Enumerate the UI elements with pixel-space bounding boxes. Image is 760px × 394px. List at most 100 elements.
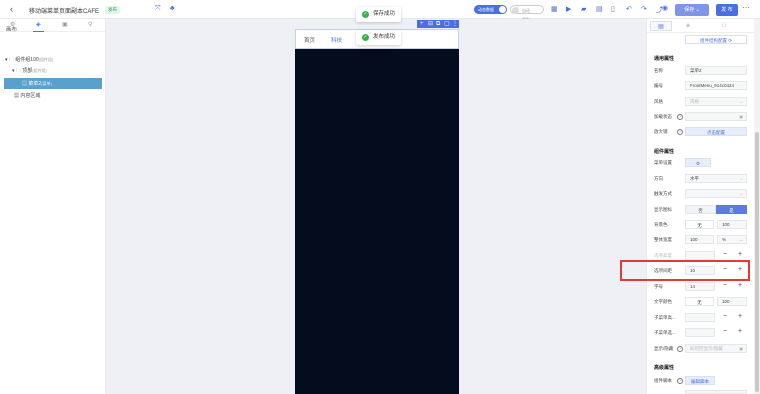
undo-icon[interactable]: ↶ (626, 5, 632, 13)
check-icon: ✓ (362, 11, 369, 18)
height-decrease-button[interactable]: − (720, 251, 730, 260)
direction-select[interactable]: 水平 ⌄ (685, 174, 747, 183)
props-icon[interactable]: ▤ (650, 21, 672, 31)
menu-settings-label: 菜单设置 (654, 160, 672, 165)
edit-script-button[interactable]: 编辑脚本 (685, 376, 715, 385)
layers-icon[interactable]: ◈ (33, 21, 44, 32)
event-icon[interactable]: ⚇ (713, 21, 735, 31)
show-hide-input[interactable]: 如何控显示/隐藏 ▣ (685, 344, 747, 353)
bg-opacity-input[interactable]: 100 (717, 220, 747, 229)
components-icon[interactable]: ▣ (62, 21, 68, 28)
menu-item-tech[interactable]: 科技 (331, 36, 342, 44)
text-color-swatch[interactable]: 无 (685, 297, 714, 306)
height-label: 选项高度 (654, 253, 672, 258)
help-icon[interactable]: ? (677, 114, 683, 120)
style-label: 风格 (654, 99, 663, 104)
show-icon-yes[interactable]: 是 (716, 205, 747, 214)
publish-button[interactable]: 发 布 (716, 4, 738, 16)
trigger-select[interactable]: ⌄ (685, 189, 747, 198)
component-structure-button[interactable]: 组件结构配置 ⟳ (685, 35, 747, 44)
scrollbar[interactable] (754, 19, 760, 394)
style-select[interactable]: 风格 ⌄ (685, 97, 747, 106)
chevron-down-icon: ⌄ (739, 99, 743, 104)
show-icon-no[interactable]: 否 (685, 205, 716, 214)
unit-value: % (722, 237, 727, 242)
save-success-toast: ✓ 保存成功 (356, 7, 401, 22)
advanced-group-title: 高级属性 (654, 365, 675, 371)
delete-icon[interactable]: ▢ (444, 20, 450, 28)
direction-label: 方向 (654, 176, 663, 181)
selected-row-bg (4, 78, 102, 89)
sub-menu-height-decrease-button[interactable]: − (720, 313, 730, 322)
copy-icon[interactable]: ⧉ (436, 20, 440, 28)
button-label: 组件结构配置 (699, 38, 727, 43)
tree-node-group[interactable]: ▾ 🗀 组件组100(组件组) (5, 56, 53, 65)
edit-icon: ▣ (739, 346, 743, 351)
bookmark-icon[interactable]: ▰ (581, 5, 586, 13)
help-icon[interactable]: ? (677, 378, 683, 384)
width-input[interactable]: 100 (685, 235, 714, 244)
collapse-icon[interactable]: ⊟ (428, 20, 433, 28)
right-tabs: ▤ ◈ ⚇ (647, 19, 754, 33)
loading-label: 加载状态 (654, 114, 672, 119)
script-field-edge (685, 390, 747, 394)
grid-icon[interactable]: ▦ (551, 5, 558, 13)
sitemap-icon[interactable]: ♣ (170, 5, 175, 12)
more-icon[interactable]: ⋮ (452, 20, 458, 28)
preview-icon[interactable]: ◉ (662, 4, 668, 12)
tree-node-label: 顶部 (22, 68, 33, 74)
trigger-label: 触发方式 (654, 191, 672, 196)
sub-menu-height-input[interactable] (685, 313, 715, 322)
more-menu-button[interactable]: ··· (742, 3, 750, 12)
fullscreen-icon[interactable]: ⤧ (155, 5, 161, 13)
check-icon: ✓ (362, 34, 369, 41)
sub-menu-height-increase-button[interactable]: + (735, 313, 745, 322)
font-size-input[interactable]: 14 (685, 282, 715, 291)
loading-field[interactable]: ▣ (685, 112, 747, 121)
text-opacity-input[interactable]: 100 (717, 297, 747, 306)
redo-icon[interactable]: ↷ (641, 5, 647, 13)
name-input[interactable]: 菜单2 (685, 66, 747, 75)
name-label: 名称 (654, 68, 663, 73)
page-title: 移动端菜单页面副本CAFE (29, 9, 100, 15)
tree-icon[interactable]: ⚲ (88, 21, 92, 28)
height-input[interactable] (685, 251, 715, 260)
help-icon[interactable]: ? (677, 129, 683, 135)
menu-item-home[interactable]: 首页 (304, 36, 315, 44)
script-label: 组件脚本 (654, 378, 672, 383)
toggle-knob (512, 7, 519, 14)
back-icon[interactable]: ‹ (10, 4, 13, 14)
tree-node-top[interactable]: ▾ 🗀 顶部(组件组) (12, 67, 47, 76)
help-icon[interactable]: ? (677, 346, 683, 352)
style-icon[interactable]: ◈ (677, 21, 699, 31)
component-group-title: 组件属性 (654, 149, 675, 155)
sub-menu-option-increase-button[interactable]: + (735, 328, 745, 337)
sub-menu-option-input[interactable] (685, 328, 715, 337)
auto-save-toggle[interactable]: 自动保存 (510, 5, 544, 22)
bg-color-swatch[interactable]: 无 (685, 220, 714, 229)
add-icon[interactable]: + (420, 20, 424, 28)
font-size-increase-button[interactable]: + (735, 282, 745, 291)
zoom-label: 放大镜 (654, 129, 668, 134)
device-icon[interactable]: ▯ (611, 5, 615, 13)
sub-menu-option-label: 子菜单选... (654, 330, 676, 335)
tree-node-type: (组件组) (38, 57, 54, 62)
play-icon[interactable]: ▶ (566, 5, 571, 13)
zoom-config-button[interactable]: 点击配置 (685, 127, 747, 136)
tree-node-content[interactable]: ▦ 内容区域 (14, 92, 40, 99)
dynamic-data-toggle[interactable]: 动态数据 (474, 5, 507, 14)
tree-node-label: 菜单2 (28, 81, 42, 87)
scrollbar-thumb[interactable] (755, 132, 759, 392)
save-button[interactable]: 保存 ⌄ (675, 4, 709, 16)
tree-node-label: 组件组100 (15, 57, 39, 63)
font-size-decrease-button[interactable]: − (720, 282, 730, 291)
placeholder-text: 如何控显示/隐藏 (690, 346, 723, 351)
sub-menu-option-decrease-button[interactable]: − (720, 328, 730, 337)
menu-settings-button[interactable]: ⚙ (685, 158, 711, 167)
general-group-title: 通用属性 (654, 56, 675, 62)
height-increase-button[interactable]: + (735, 251, 745, 260)
calendar-icon[interactable]: ▤ (596, 5, 603, 13)
tree-node-menu[interactable]: ▤ 菜单2(菜单) (22, 80, 52, 87)
phone-preview (295, 29, 459, 394)
width-unit-select[interactable]: % ⌄ (717, 235, 747, 244)
